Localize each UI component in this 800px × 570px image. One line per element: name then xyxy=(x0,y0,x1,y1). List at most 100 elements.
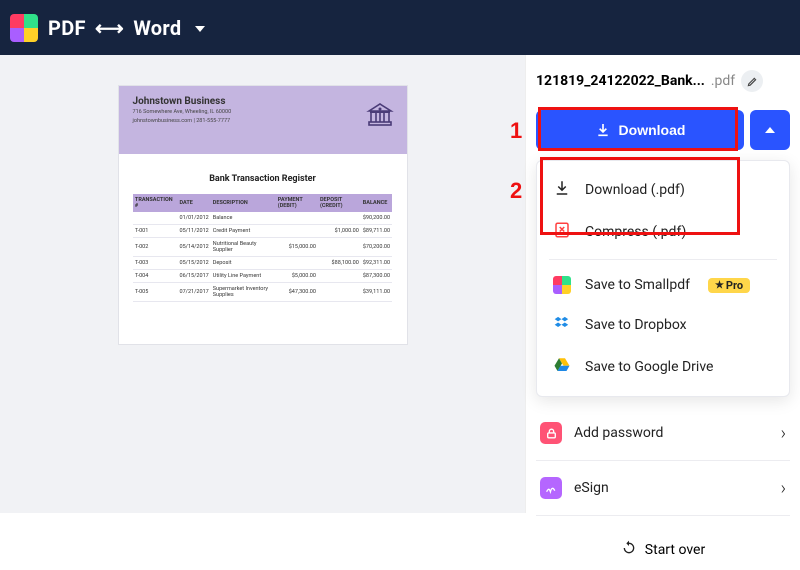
chevron-up-icon xyxy=(765,127,775,133)
menu-save-dropbox[interactable]: Save to Dropbox xyxy=(537,304,789,346)
filename: 121819_24122022_Bank... xyxy=(536,73,705,89)
chevron-down-icon xyxy=(195,26,205,32)
table-cell: $39,111.00 xyxy=(361,283,392,302)
bank-icon xyxy=(365,100,395,134)
table-row: T-00507/21/2017Supermarket Inventory Sup… xyxy=(133,283,392,302)
table-header-row: TRANSACTION #DATEDESCRIPTIONPAYMENT (DEB… xyxy=(133,194,392,212)
transaction-table: TRANSACTION #DATEDESCRIPTIONPAYMENT (DEB… xyxy=(133,194,392,302)
business-name: Johnstown Business xyxy=(133,96,393,107)
google-drive-icon xyxy=(553,356,571,378)
tool-title-left: PDF xyxy=(48,16,86,40)
table-cell xyxy=(318,212,361,225)
divider xyxy=(536,460,790,461)
table-row: T-00305/15/2012Deposit$88,100.00$92,311.… xyxy=(133,257,392,270)
add-password-row[interactable]: Add password › xyxy=(536,412,790,454)
chevron-right-icon: › xyxy=(781,423,786,444)
table-cell: 05/11/2012 xyxy=(178,225,211,238)
tool-title[interactable]: PDF ⟷ Word xyxy=(48,16,205,40)
menu-label: Save to Dropbox xyxy=(585,317,687,333)
file-extension: .pdf xyxy=(711,73,735,89)
table-cell: $15,000.00 xyxy=(276,238,318,257)
action-label: Add password xyxy=(574,425,663,441)
table-cell: $5,000.00 xyxy=(276,270,318,283)
table-cell: T-004 xyxy=(133,270,178,283)
pro-badge: Pro xyxy=(708,278,750,293)
table-row: T-00205/14/2012Nutritional Beauty Suppli… xyxy=(133,238,392,257)
start-over-label: Start over xyxy=(645,542,705,558)
table-cell: $92,311.00 xyxy=(361,257,392,270)
start-over-button[interactable]: Start over xyxy=(536,522,790,570)
doc-header: Johnstown Business 716 Somewhere Ave, Wh… xyxy=(119,86,407,154)
table-row: 01/01/2012Balance $90,200.00 xyxy=(133,212,392,225)
compress-icon xyxy=(553,221,571,243)
menu-label: Download (.pdf) xyxy=(585,182,685,198)
filename-row: 121819_24122022_Bank... .pdf xyxy=(536,70,790,92)
table-cell: $47,300.00 xyxy=(276,283,318,302)
top-bar: PDF ⟷ Word xyxy=(0,0,800,55)
table-cell: Utility Line Payment xyxy=(211,270,276,283)
table-cell: 07/21/2017 xyxy=(178,283,211,302)
table-cell: 05/15/2012 xyxy=(178,257,211,270)
table-cell xyxy=(318,238,361,257)
menu-download-pdf[interactable]: Download (.pdf) xyxy=(537,169,789,211)
menu-label: Save to Google Drive xyxy=(585,359,713,375)
lock-icon xyxy=(540,422,562,444)
download-icon xyxy=(553,179,571,201)
table-cell: $87,300.00 xyxy=(361,270,392,283)
table-header-cell: TRANSACTION # xyxy=(133,194,178,212)
table-header-cell: DEPOSIT (CREDIT) xyxy=(318,194,361,212)
edit-filename-button[interactable] xyxy=(741,70,763,92)
menu-save-smallpdf[interactable]: Save to Smallpdf Pro xyxy=(537,266,789,304)
table-row: T-00406/15/2017Utility Line Payment$5,00… xyxy=(133,270,392,283)
download-button[interactable]: Download xyxy=(536,110,744,150)
signature-icon xyxy=(540,477,562,499)
table-cell: T-003 xyxy=(133,257,178,270)
table-cell xyxy=(318,270,361,283)
preview-panel: Johnstown Business 716 Somewhere Ave, Wh… xyxy=(0,55,525,513)
table-cell: $1,000.00 xyxy=(318,225,361,238)
table-cell: Balance xyxy=(211,212,276,225)
table-cell: $90,200.00 xyxy=(361,212,392,225)
table-cell: Nutritional Beauty Supplier xyxy=(211,238,276,257)
smallpdf-logo xyxy=(10,14,38,42)
table-cell: Supermarket Inventory Supplies xyxy=(211,283,276,302)
table-cell: $89,711.00 xyxy=(361,225,392,238)
divider xyxy=(536,515,790,516)
chevron-right-icon: › xyxy=(781,478,786,499)
table-cell: 06/15/2017 xyxy=(178,270,211,283)
download-button-label: Download xyxy=(619,122,686,138)
table-cell: 01/01/2012 xyxy=(178,212,211,225)
table-cell: $70,200.00 xyxy=(361,238,392,257)
business-address-2: johnstownbusiness.com | 281-555-7777 xyxy=(133,118,393,125)
document-page[interactable]: Johnstown Business 716 Somewhere Ave, Wh… xyxy=(118,85,408,345)
menu-label: Compress (.pdf) xyxy=(585,224,686,240)
menu-label: Save to Smallpdf xyxy=(585,277,690,293)
table-header-cell: DATE xyxy=(178,194,211,212)
table-header-cell: PAYMENT (DEBIT) xyxy=(276,194,318,212)
menu-save-gdrive[interactable]: Save to Google Drive xyxy=(537,346,789,388)
bidirectional-arrow-icon: ⟷ xyxy=(95,16,124,40)
sidebar: 121819_24122022_Bank... .pdf 1 Download xyxy=(525,55,800,513)
action-label: eSign xyxy=(574,480,609,496)
download-area: Download xyxy=(536,110,790,150)
table-cell: 05/14/2012 xyxy=(178,238,211,257)
table-cell xyxy=(318,283,361,302)
download-menu-toggle[interactable] xyxy=(750,110,790,150)
esign-row[interactable]: eSign › xyxy=(536,467,790,509)
table-cell xyxy=(276,212,318,225)
table-cell: T-005 xyxy=(133,283,178,302)
table-cell xyxy=(133,212,178,225)
table-cell xyxy=(276,225,318,238)
download-icon xyxy=(595,122,611,138)
tool-title-right: Word xyxy=(133,16,181,40)
menu-separator xyxy=(549,259,777,260)
table-cell: T-001 xyxy=(133,225,178,238)
table-header-cell: DESCRIPTION xyxy=(211,194,276,212)
menu-compress-pdf[interactable]: Compress (.pdf) xyxy=(537,211,789,253)
doc-page-title: Bank Transaction Register xyxy=(119,174,407,184)
table-cell: Deposit xyxy=(211,257,276,270)
table-row: T-00105/11/2012Credit Payment$1,000.00$8… xyxy=(133,225,392,238)
download-dropdown: Download (.pdf) Compress (.pdf) Save to … xyxy=(536,160,790,397)
business-address-1: 716 Somewhere Ave, Wheeling, IL 60000 xyxy=(133,109,393,116)
dropbox-icon xyxy=(553,314,571,336)
